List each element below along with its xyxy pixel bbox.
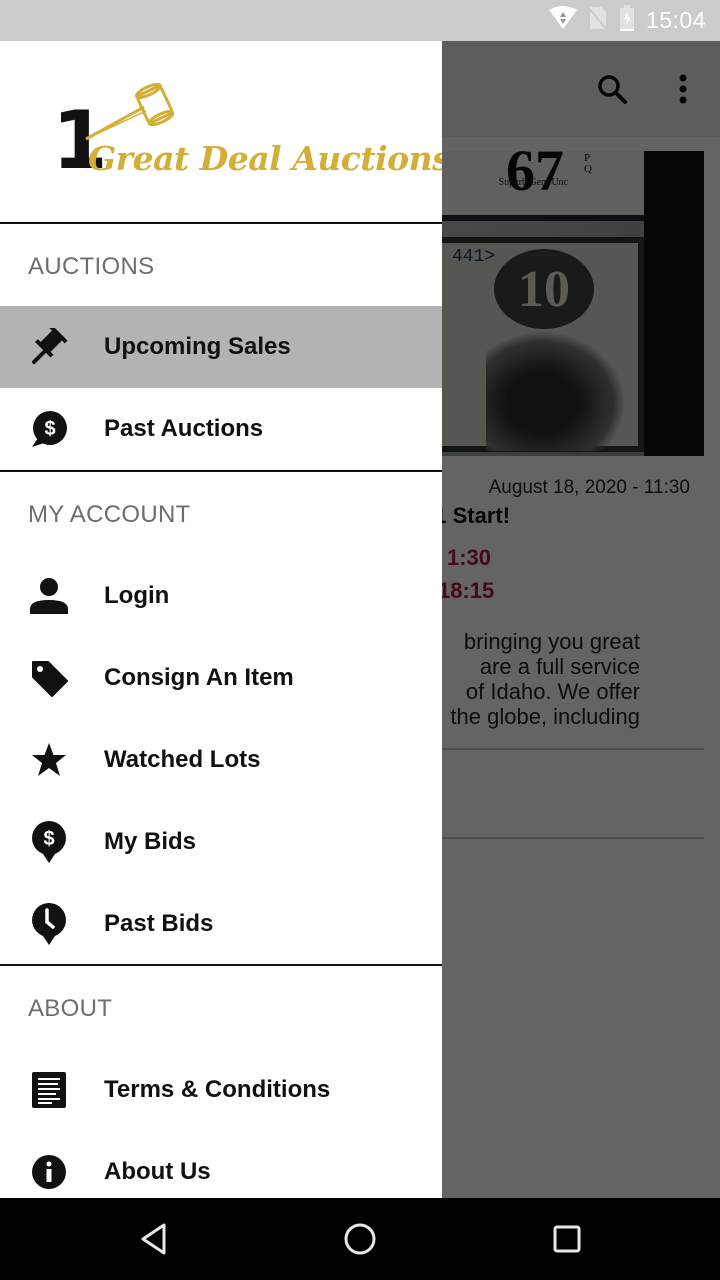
drawer-divider: [0, 222, 442, 224]
info-icon: [28, 1151, 70, 1193]
section-header-auctions: AUCTIONS: [28, 253, 155, 280]
dollar-chat-icon: $: [28, 408, 70, 450]
wifi-icon: [548, 6, 578, 35]
back-icon[interactable]: [130, 1215, 178, 1263]
dollar-pin-icon: $: [28, 821, 70, 863]
nav-label: Upcoming Sales: [104, 333, 291, 360]
nav-label: About Us: [104, 1158, 211, 1185]
brand-logo: 1 Great Deal Auctions: [50, 81, 442, 191]
navigation-drawer: 1 Great Deal Auctions AUCTIONS Upcoming …: [0, 41, 442, 1198]
drawer-divider: [0, 470, 442, 472]
nav-label: Past Bids: [104, 910, 214, 937]
home-icon[interactable]: [336, 1215, 384, 1263]
clock-pin-icon: [28, 903, 70, 945]
nav-item-my-bids[interactable]: $ My Bids: [0, 801, 442, 883]
nav-item-past-bids[interactable]: Past Bids: [0, 883, 442, 965]
nav-item-login[interactable]: Login: [0, 555, 442, 637]
nav-label: My Bids: [104, 828, 197, 855]
gavel-logo-icon: [84, 81, 175, 146]
nav-item-upcoming-sales[interactable]: Upcoming Sales: [0, 306, 442, 388]
status-time: 15:04: [645, 7, 706, 33]
nav-item-about-us[interactable]: About Us: [0, 1131, 442, 1198]
section-header-about: ABOUT: [28, 995, 113, 1022]
nav-item-terms-conditions[interactable]: Terms & Conditions: [0, 1049, 442, 1131]
svg-text:$: $: [43, 828, 54, 850]
nav-label: Consign An Item: [104, 664, 294, 691]
no-sim-icon: [588, 5, 608, 36]
star-icon: [28, 739, 70, 781]
battery-charging-icon: [618, 4, 636, 37]
nav-item-consign-an-item[interactable]: Consign An Item: [0, 637, 442, 719]
status-bar: 15:04: [0, 0, 720, 41]
nav-item-past-auctions[interactable]: $ Past Auctions: [0, 388, 442, 470]
recents-icon[interactable]: [543, 1215, 591, 1263]
system-navigation-bar: [0, 1198, 720, 1280]
nav-label: Terms & Conditions: [104, 1076, 331, 1103]
gavel-icon: [28, 326, 70, 368]
document-icon: [28, 1069, 70, 1111]
nav-label: Login: [104, 582, 170, 609]
drawer-divider: [0, 964, 442, 966]
svg-text:$: $: [44, 418, 55, 440]
nav-label: Past Auctions: [104, 415, 264, 442]
logo-name: Great Deal Auctions: [88, 139, 442, 178]
nav-item-watched-lots[interactable]: Watched Lots: [0, 719, 442, 801]
nav-label: Watched Lots: [104, 746, 261, 773]
tag-icon: [28, 657, 70, 699]
section-header-my-account: MY ACCOUNT: [28, 501, 191, 528]
drawer-header: 1 Great Deal Auctions: [0, 41, 442, 222]
person-icon: [28, 575, 70, 617]
